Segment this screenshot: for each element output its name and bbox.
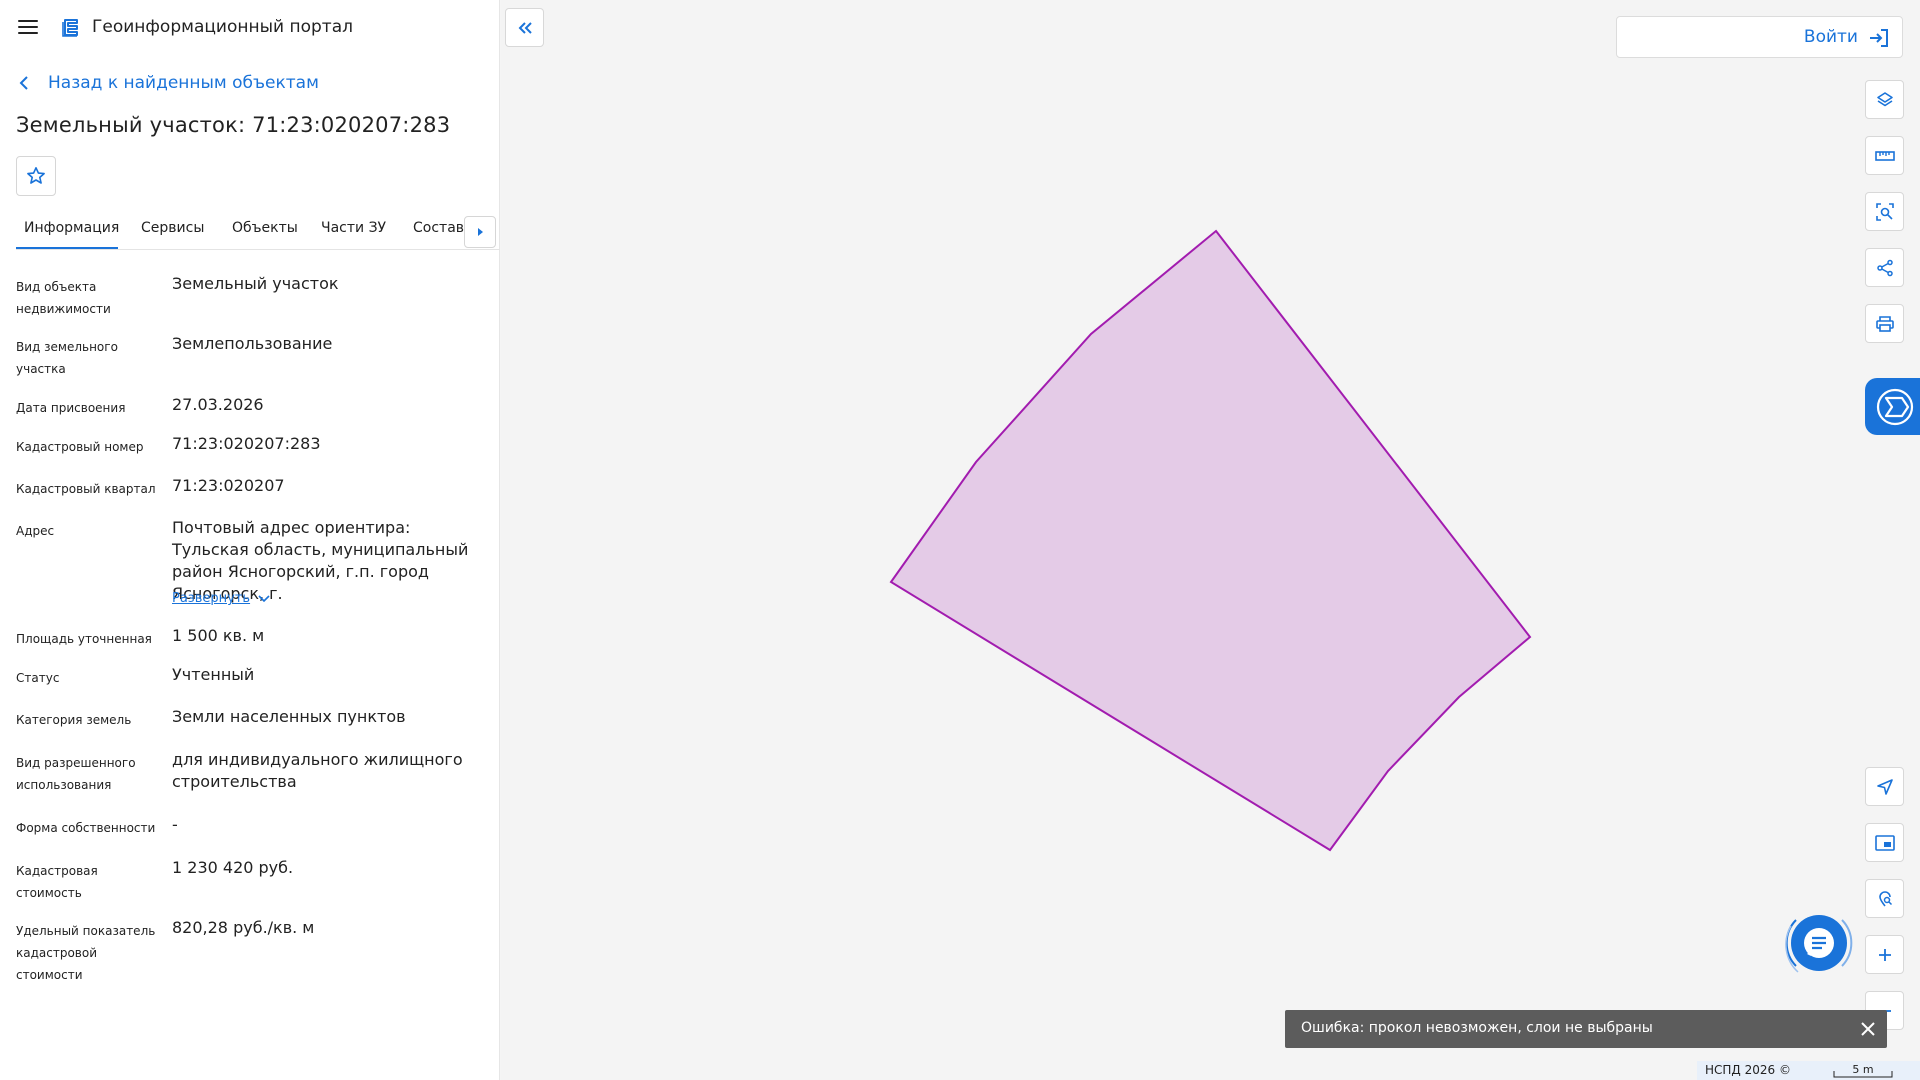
share-button[interactable]	[1865, 248, 1904, 287]
back-to-results-link[interactable]: Назад к найденным объектам	[18, 73, 319, 93]
property-label: Адрес	[16, 524, 55, 538]
ruler-icon	[1874, 150, 1895, 161]
property-label: Категория земель	[16, 713, 132, 727]
expand-address-link[interactable]: Развернуть	[172, 591, 270, 606]
property-value: Землепользование	[172, 334, 333, 353]
property-label: Вид земельного участка	[16, 340, 118, 376]
property-label: Вид объекта недвижимости	[16, 280, 111, 316]
map-layer	[889, 229, 1532, 852]
print-button[interactable]	[1865, 304, 1904, 343]
property-label: Кадастровый квартал	[16, 482, 156, 496]
area-select-button[interactable]	[1865, 192, 1904, 231]
copyright-text: НСПД 2026 ©	[1705, 1063, 1791, 1077]
locate-icon	[1876, 778, 1893, 795]
property-label: Дата присвоения	[16, 401, 126, 415]
login-label: Войти	[1803, 27, 1858, 47]
geo-search-icon	[1878, 890, 1892, 906]
tab-services[interactable]: Сервисы	[141, 220, 204, 236]
layers-button[interactable]	[1865, 80, 1904, 119]
property-value: 1 230 420 руб.	[172, 858, 294, 877]
tab-objects[interactable]: Объекты	[232, 220, 298, 236]
app-title[interactable]: Геоинформационный портал	[92, 17, 353, 37]
property-label: Статус	[16, 671, 60, 685]
minimap-icon	[1874, 834, 1895, 851]
property-value: 71:23:020207	[172, 476, 285, 495]
map-footer: НСПД 2026 © 5 m	[1697, 1061, 1920, 1080]
property-value: -	[172, 815, 178, 834]
tab-composition[interactable]: Состав	[413, 220, 464, 236]
sidebar-panel: Геоинформационный портал Назад к найденн…	[0, 0, 500, 1080]
zoom-in-button[interactable]	[1865, 935, 1904, 974]
expand-label: Развернуть	[172, 591, 251, 606]
tabs-scroll-right-button[interactable]	[464, 216, 496, 248]
property-label: Вид разрешенного использования	[16, 756, 136, 792]
property-value: Земли населенных пунктов	[172, 707, 406, 726]
chat-button[interactable]	[1776, 900, 1862, 986]
property-value: Земельный участок	[172, 274, 339, 293]
favorite-button[interactable]	[16, 156, 56, 196]
geo-search-button[interactable]	[1865, 879, 1904, 918]
collapse-sidebar-button[interactable]	[505, 8, 544, 47]
menu-icon[interactable]	[18, 20, 38, 34]
property-value: 71:23:020207:283	[172, 434, 321, 453]
nspd-logo-icon	[1876, 388, 1914, 425]
scale-bar: 5 m	[1833, 1062, 1893, 1078]
chevron-down-icon	[258, 594, 270, 602]
property-label: Кадастровая стоимость	[16, 864, 98, 900]
back-link-label: Назад к найденным объектам	[48, 73, 319, 93]
nspd-panel-tab[interactable]	[1865, 378, 1920, 435]
property-label: Площадь уточненная	[16, 632, 152, 646]
property-value: для индивидуального жилищного строительс…	[172, 750, 463, 791]
login-button[interactable]: Войти	[1616, 16, 1903, 58]
active-tab-indicator	[16, 247, 118, 249]
zoom-in-icon	[1878, 948, 1891, 961]
tab-parts[interactable]: Части ЗУ	[321, 220, 386, 236]
caret-right-icon	[478, 228, 483, 236]
minimap-button[interactable]	[1865, 823, 1904, 862]
property-value: Учтенный	[172, 665, 255, 684]
land-parcel-polygon[interactable]	[889, 229, 1532, 852]
property-value: 1 500 кв. м	[172, 626, 265, 645]
star-icon	[27, 167, 45, 184]
property-value: 820,28 руб./кв. м	[172, 918, 315, 937]
measure-button[interactable]	[1865, 136, 1904, 175]
chevron-left-icon	[19, 76, 28, 90]
chat-icon	[1785, 915, 1853, 973]
tab-bar: Информация Сервисы Объекты Части ЗУ Сост…	[16, 214, 500, 250]
property-label: Кадастровый номер	[16, 440, 144, 454]
error-toast: Ошибка: прокол невозможен, слои не выбра…	[1285, 1010, 1887, 1048]
double-chevron-left-icon	[518, 21, 532, 34]
property-value: 27.03.2026	[172, 395, 264, 414]
close-icon[interactable]	[1859, 1020, 1877, 1038]
tab-info[interactable]: Информация	[24, 220, 119, 236]
select-area-icon	[1875, 202, 1894, 221]
share-icon	[1876, 259, 1893, 276]
locate-button[interactable]	[1865, 767, 1904, 806]
toast-message: Ошибка: прокол невозможен, слои не выбра…	[1301, 1020, 1653, 1036]
page-title: Земельный участок: 71:23:020207:283	[16, 113, 451, 137]
property-label: Форма собственности	[16, 821, 156, 835]
layers-icon	[1876, 91, 1893, 106]
portal-logo-icon[interactable]	[60, 17, 82, 39]
print-icon	[1875, 315, 1894, 332]
property-label: Удельный показатель кадастровой стоимост…	[16, 924, 156, 982]
map-canvas[interactable]	[501, 0, 1920, 1080]
login-icon	[1870, 29, 1888, 47]
top-bar: Геоинформационный портал	[0, 0, 500, 56]
